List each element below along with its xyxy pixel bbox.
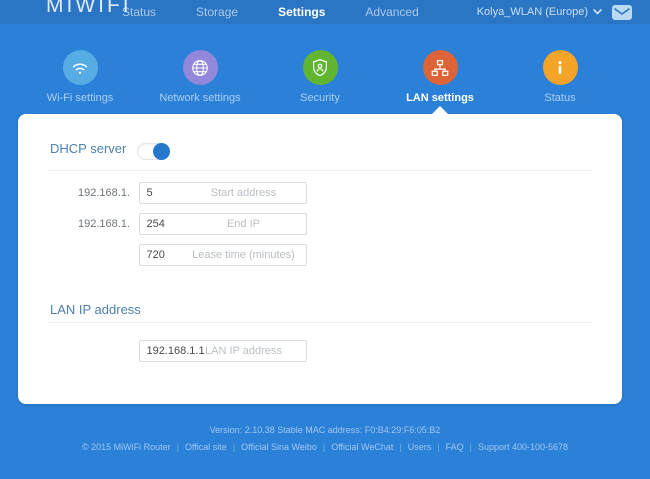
tab-network-settings[interactable]: Network settings: [140, 50, 260, 104]
nav-item-advanced[interactable]: Advanced: [365, 5, 418, 19]
start-address-input[interactable]: [139, 182, 308, 204]
footer-separator: |: [469, 442, 472, 452]
end-ip-input[interactable]: [139, 213, 308, 235]
nav-item-settings[interactable]: Settings: [278, 5, 325, 19]
active-tab-arrow: [432, 106, 448, 114]
ip-prefix-label: 192.168.1.: [78, 187, 130, 199]
globe-icon: [182, 50, 218, 85]
dhcp-start-address-row: 192.168.1. Start address: [50, 182, 590, 204]
toggle-knob: [153, 143, 170, 160]
top-bar: MIWIFI Status Storage Settings Advanced …: [0, 0, 650, 24]
footer-separator: |: [437, 442, 440, 452]
tab-label: Status: [544, 92, 576, 104]
top-nav: Status Storage Settings Advanced: [122, 0, 419, 24]
topbar-right-group: Kolya_WLAN (Europe): [477, 0, 632, 24]
lan-topology-icon: [422, 50, 458, 85]
field-box: Start address: [139, 182, 308, 204]
nav-item-storage[interactable]: Storage: [196, 5, 238, 19]
tab-security[interactable]: Security: [260, 50, 380, 104]
lease-time-input[interactable]: [139, 244, 308, 266]
dhcp-end-ip-row: 192.168.1. End IP: [50, 213, 590, 235]
footer-link-users[interactable]: Users: [408, 442, 432, 452]
field-box: Lease time (minutes): [139, 244, 308, 266]
shield-icon: [302, 50, 338, 85]
tab-label: Security: [300, 92, 340, 104]
footer-link-support[interactable]: Support 400-100-5678: [478, 442, 568, 452]
wifi-icon: [62, 50, 98, 85]
divider: [48, 322, 592, 323]
nav-item-status[interactable]: Status: [122, 5, 156, 19]
dhcp-toggle[interactable]: [137, 143, 170, 160]
chevron-down-icon: [593, 9, 602, 15]
ip-prefix-label: 192.168.1.: [78, 218, 130, 230]
tab-lan-settings[interactable]: LAN settings: [380, 50, 500, 104]
footer: Version: 2.10.38 Stable MAC address: F0:…: [0, 425, 650, 452]
lan-settings-panel: DHCP server 192.168.1. Start address 192…: [18, 106, 622, 404]
miwifi-logo: MIWIFI: [46, 0, 132, 17]
field-box: LAN IP address: [139, 340, 308, 362]
footer-version-line: Version: 2.10.38 Stable MAC address: F0:…: [209, 425, 441, 435]
footer-separator: |: [399, 442, 402, 452]
footer-separator: |: [176, 442, 179, 452]
dhcp-server-title: DHCP server: [50, 141, 127, 156]
mail-icon[interactable]: [612, 4, 632, 20]
field-box: End IP: [139, 213, 308, 235]
lan-ip-title: LAN IP address: [50, 302, 141, 317]
network-selector[interactable]: Kolya_WLAN (Europe): [477, 6, 602, 18]
footer-links: © 2015 MiWiFi Router | Offical site | Offici…: [0, 442, 650, 452]
footer-link-official-site[interactable]: Offical site: [185, 442, 227, 452]
footer-copyright: © 2015 MiWiFi Router: [81, 442, 171, 452]
settings-tab-strip: Wi-Fi settings Network settings Security: [20, 50, 620, 104]
info-icon: [542, 50, 578, 85]
dhcp-lease-time-row: Lease time (minutes): [50, 244, 590, 266]
divider: [48, 170, 592, 171]
footer-link-sina-weibo[interactable]: Official Sina Weibo: [241, 442, 317, 452]
footer-link-wechat[interactable]: Official WeChat: [331, 442, 393, 452]
footer-separator: |: [322, 442, 326, 452]
tab-wifi-settings[interactable]: Wi-Fi settings: [20, 50, 140, 104]
network-name-label: Kolya_WLAN (Europe): [476, 6, 588, 18]
tab-label: Wi-Fi settings: [46, 92, 114, 104]
tab-label: Network settings: [159, 92, 241, 104]
lan-ip-row: LAN IP address: [50, 340, 590, 362]
tab-label: LAN settings: [406, 92, 474, 104]
footer-link-faq[interactable]: FAQ: [446, 442, 464, 452]
footer-separator: |: [232, 442, 236, 452]
tab-status[interactable]: Status: [500, 50, 620, 104]
lan-ip-input[interactable]: [139, 340, 308, 362]
